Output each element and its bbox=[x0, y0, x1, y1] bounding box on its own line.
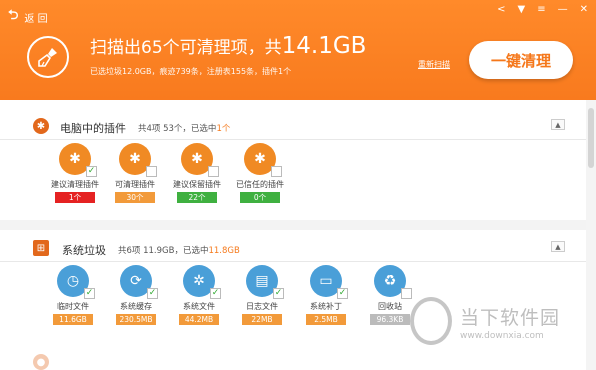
back-label: 返 回 bbox=[24, 13, 48, 25]
clock-icon: ◷ ✓ bbox=[57, 265, 95, 299]
plugin-item-label: 建议保留插件 bbox=[173, 180, 221, 189]
watermark: 当下软件园 www.downxia.com bbox=[410, 295, 590, 355]
share-icon[interactable]: < bbox=[497, 4, 505, 15]
scan-result-size: 14.1GB bbox=[281, 33, 367, 59]
plugins-section-title: 电脑中的插件 bbox=[60, 122, 126, 135]
gear-icon: ✲ ✓ bbox=[183, 265, 221, 299]
skin-icon[interactable]: ▼ bbox=[518, 4, 526, 15]
bandage-icon: ▭ ✓ bbox=[310, 265, 348, 299]
watermark-logo-icon bbox=[410, 297, 452, 345]
next-section-icon: ● bbox=[33, 354, 49, 370]
recycle-bin-icon: ♻ bbox=[374, 265, 412, 299]
scan-result-subtitle: 已选垃圾12.0GB，痕迹739条，注册表155条，插件1个 bbox=[90, 67, 292, 76]
junk-item-temp-files[interactable]: ◷ ✓ 临时文件 11.6GB bbox=[40, 265, 106, 325]
junk-item-size: 22MB bbox=[242, 314, 282, 325]
plugin-item-count: 1个 bbox=[55, 192, 95, 203]
one-click-clean-button[interactable]: 一键清理 bbox=[469, 41, 573, 79]
system-junk-collapse-button[interactable]: ▲ bbox=[551, 241, 565, 252]
plugins-stats-selected: 1个 bbox=[216, 124, 231, 134]
plugins-section-stats: 共4项 53个，已选中1个 bbox=[138, 122, 230, 134]
junk-stats-prefix: 共6项 11.9GB，已选中 bbox=[118, 246, 209, 256]
plugin-item-label: 已信任的插件 bbox=[236, 180, 284, 189]
junk-item-label: 临时文件 bbox=[57, 302, 89, 311]
plugin-item-checkbox[interactable]: ✓ bbox=[86, 166, 97, 177]
plugin-item-count: 0个 bbox=[240, 192, 280, 203]
scan-result-prefix: 扫描出65个可清理项，共 bbox=[90, 38, 282, 58]
junk-item-size: 230.5MB bbox=[116, 314, 156, 325]
plugin-check-icon: ✱ bbox=[181, 143, 219, 177]
junk-item-checkbox[interactable]: ✓ bbox=[84, 288, 95, 299]
junk-item-log-files[interactable]: ▤ ✓ 日志文件 22MB bbox=[229, 265, 295, 325]
watermark-name: 当下软件园 bbox=[460, 307, 561, 329]
system-junk-section-title: 系统垃圾 bbox=[62, 244, 106, 257]
puzzle-icon: ✱ bbox=[33, 118, 49, 134]
junk-item-system-cache[interactable]: ⟳ ✓ 系统缓存 230.5MB bbox=[103, 265, 169, 325]
junk-item-size: 11.6GB bbox=[53, 314, 93, 325]
junk-item-system-files[interactable]: ✲ ✓ 系统文件 44.2MB bbox=[166, 265, 232, 325]
minimize-icon[interactable]: — bbox=[558, 4, 568, 15]
plugins-collapse-button[interactable]: ▲ bbox=[551, 119, 565, 130]
plugins-stats-prefix: 共4项 53个，已选中 bbox=[138, 124, 217, 134]
junk-item-checkbox[interactable]: ✓ bbox=[337, 288, 348, 299]
back-button[interactable]: ⮌ 返 回 bbox=[8, 6, 48, 28]
junk-item-checkbox[interactable]: ✓ bbox=[273, 288, 284, 299]
system-junk-section-stats: 共6项 11.9GB，已选中11.8GB bbox=[118, 244, 240, 256]
junk-item-size: 2.5MB bbox=[306, 314, 346, 325]
rescan-link[interactable]: 重新扫描 bbox=[418, 59, 450, 70]
junk-item-size: 44.2MB bbox=[179, 314, 219, 325]
plugin-item-count: 22个 bbox=[177, 192, 217, 203]
system-junk-section-header: ⊞ 系统垃圾 共6项 11.9GB，已选中11.8GB ▲ bbox=[0, 232, 586, 262]
refresh-icon: ⟳ ✓ bbox=[120, 265, 158, 299]
watermark-url: www.downxia.com bbox=[460, 331, 544, 341]
plugin-trash-icon: ✱ ✓ bbox=[59, 143, 97, 177]
junk-item-label: 系统文件 bbox=[183, 302, 215, 311]
junk-item-system-patch[interactable]: ▭ ✓ 系统补丁 2.5MB bbox=[293, 265, 359, 325]
junk-item-checkbox[interactable]: ✓ bbox=[210, 288, 221, 299]
plugin-item-recommended-keep[interactable]: ✱ 建议保留插件 22个 bbox=[164, 143, 230, 203]
broom-icon bbox=[27, 36, 69, 78]
menu-icon[interactable]: ≡ bbox=[537, 4, 545, 15]
plugin-trusted-icon: ✱ bbox=[244, 143, 282, 177]
windows-icon: ⊞ bbox=[33, 240, 49, 256]
document-icon: ▤ ✓ bbox=[246, 265, 284, 299]
plugin-item-recommended-clean[interactable]: ✱ ✓ 建议清理插件 1个 bbox=[42, 143, 108, 203]
plugins-section-header: ✱ 电脑中的插件 共4项 53个，已选中1个 ▲ bbox=[0, 110, 586, 140]
junk-item-label: 系统补丁 bbox=[310, 302, 342, 311]
junk-item-label: 日志文件 bbox=[246, 302, 278, 311]
plugin-item-checkbox[interactable] bbox=[146, 166, 157, 177]
junk-item-checkbox[interactable]: ✓ bbox=[147, 288, 158, 299]
window-controls: < ▼ ≡ — ✕ bbox=[497, 4, 588, 15]
plugin-item-label: 建议清理插件 bbox=[51, 180, 99, 189]
back-arrow-icon: ⮌ bbox=[8, 8, 19, 23]
plugin-item-count: 30个 bbox=[115, 192, 155, 203]
plugin-item-checkbox[interactable] bbox=[271, 166, 282, 177]
plugin-broom-icon: ✱ bbox=[119, 143, 157, 177]
close-icon[interactable]: ✕ bbox=[580, 4, 588, 15]
scrollbar-thumb[interactable] bbox=[588, 108, 594, 168]
plugin-item-cleanable[interactable]: ✱ 可清理插件 30个 bbox=[102, 143, 168, 203]
junk-item-label: 系统缓存 bbox=[120, 302, 152, 311]
scan-result-title: 扫描出65个可清理项，共14.1GB bbox=[90, 33, 366, 59]
plugin-item-label: 可清理插件 bbox=[115, 180, 155, 189]
section-divider bbox=[0, 220, 586, 230]
junk-item-size: 96.3KB bbox=[370, 314, 410, 325]
plugin-item-trusted[interactable]: ✱ 已信任的插件 0个 bbox=[227, 143, 293, 203]
junk-stats-selected: 11.8GB bbox=[208, 246, 240, 256]
header: ⮌ 返 回 < ▼ ≡ — ✕ 扫描出65个可清理项，共14.1GB 已选垃圾1… bbox=[0, 0, 596, 100]
plugin-item-checkbox[interactable] bbox=[208, 166, 219, 177]
